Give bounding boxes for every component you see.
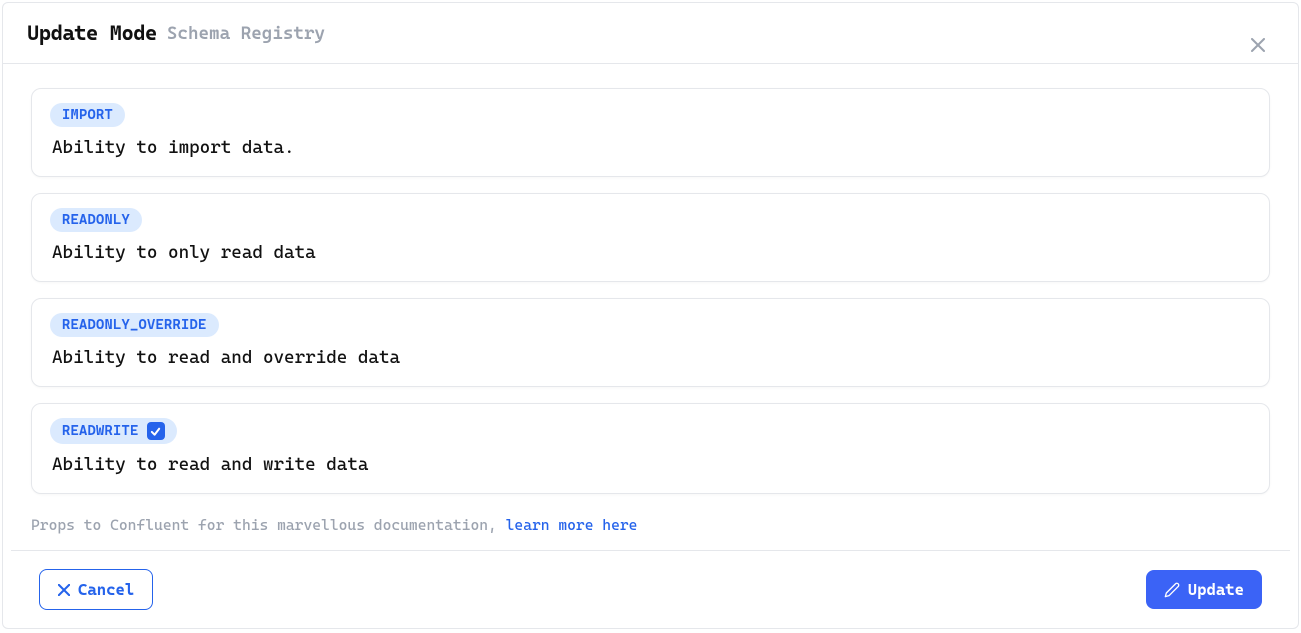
modal-subtitle: Schema Registry bbox=[167, 23, 325, 44]
option-import[interactable]: IMPORT Ability to import data. bbox=[31, 88, 1270, 177]
option-description: Ability to import data. bbox=[50, 137, 1251, 158]
modal-title: Update Mode bbox=[27, 21, 157, 45]
option-badge: READWRITE bbox=[50, 418, 177, 444]
close-button[interactable] bbox=[1246, 33, 1270, 57]
option-readonly-override[interactable]: READONLY_OVERRIDE Ability to read and ov… bbox=[31, 298, 1270, 387]
update-button[interactable]: Update bbox=[1146, 570, 1262, 609]
close-icon bbox=[58, 584, 70, 596]
option-description: Ability to read and override data bbox=[50, 347, 1251, 368]
cancel-button[interactable]: Cancel bbox=[39, 569, 153, 610]
option-badge-label: READONLY bbox=[62, 212, 130, 228]
modal-footer: Cancel Update bbox=[11, 550, 1290, 628]
option-description: Ability to read and write data bbox=[50, 454, 1251, 475]
option-badge: IMPORT bbox=[50, 103, 125, 127]
option-badge-label: IMPORT bbox=[62, 107, 113, 123]
footnote-text: Props to Confluent for this marvellous d… bbox=[31, 516, 506, 534]
option-badge: READONLY bbox=[50, 208, 142, 232]
learn-more-link[interactable]: learn more here bbox=[506, 516, 638, 534]
footnote: Props to Confluent for this marvellous d… bbox=[3, 514, 1298, 550]
option-readwrite[interactable]: READWRITE Ability to read and write data bbox=[31, 403, 1270, 494]
option-badge-label: READONLY_OVERRIDE bbox=[62, 317, 207, 333]
cancel-button-label: Cancel bbox=[78, 580, 134, 599]
close-icon bbox=[1251, 38, 1265, 52]
update-button-label: Update bbox=[1188, 580, 1244, 599]
option-badge-label: READWRITE bbox=[62, 423, 139, 439]
option-description: Ability to only read data bbox=[50, 242, 1251, 263]
modal-header: Update Mode Schema Registry bbox=[3, 3, 1298, 64]
options-list: IMPORT Ability to import data. READONLY … bbox=[3, 64, 1298, 514]
pencil-icon bbox=[1164, 582, 1180, 598]
option-readonly[interactable]: READONLY Ability to only read data bbox=[31, 193, 1270, 282]
selected-check-icon bbox=[147, 422, 165, 440]
update-mode-modal: Update Mode Schema Registry IMPORT Abili… bbox=[2, 2, 1299, 629]
option-badge: READONLY_OVERRIDE bbox=[50, 313, 219, 337]
